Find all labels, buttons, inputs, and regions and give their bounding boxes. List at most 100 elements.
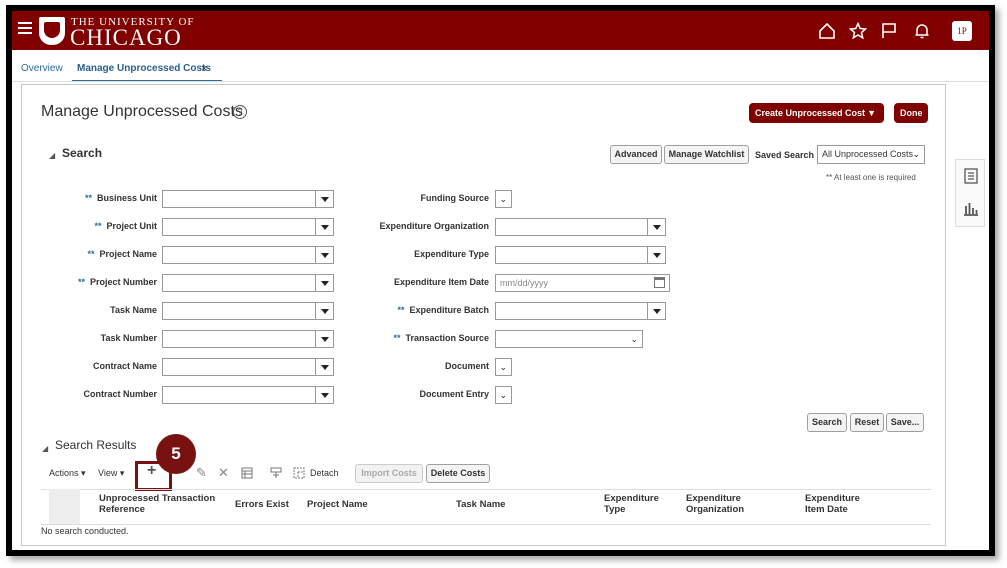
project-number-text: Project Number	[89, 277, 157, 287]
required-mark: **	[397, 305, 405, 315]
favorites-star-icon[interactable]	[849, 22, 867, 40]
dropdown-arrow-icon[interactable]	[315, 275, 333, 291]
detach-icon[interactable]	[293, 467, 305, 479]
notifications-bell-icon[interactable]	[913, 22, 931, 40]
collapse-search-icon[interactable]: ◢	[49, 151, 55, 160]
col-expenditure-organization[interactable]: Expenditure Organization	[686, 493, 766, 515]
col-expenditure-type[interactable]: Expenditure Type	[604, 493, 674, 515]
required-mark: **	[94, 221, 102, 231]
brand-main: CHICAGO	[70, 25, 182, 50]
advanced-button[interactable]: Advanced	[610, 145, 662, 164]
reset-button[interactable]: Reset	[850, 413, 884, 432]
detach-button[interactable]: Detach	[310, 468, 339, 478]
university-crest-icon	[39, 17, 65, 45]
actions-label: Actions	[49, 468, 79, 478]
view-menu[interactable]: View ▾	[98, 468, 124, 479]
required-mark: **	[393, 333, 401, 343]
home-icon[interactable]	[818, 22, 836, 40]
dropdown-arrow-icon[interactable]	[315, 387, 333, 403]
contract-name-label: Contract Name	[92, 361, 157, 371]
analytics-chart-icon[interactable]	[963, 200, 979, 216]
saved-search-select[interactable]: All Unprocessed Costs ⌄	[817, 145, 925, 164]
dropdown-arrow-icon[interactable]	[315, 191, 333, 207]
document-select[interactable]: ⌄	[495, 358, 512, 376]
document-entry-select[interactable]: ⌄	[495, 386, 512, 404]
funding-source-label: Funding Source	[420, 193, 490, 203]
tabs-divider	[12, 81, 989, 82]
table-divider	[41, 524, 931, 525]
dropdown-arrow-icon[interactable]	[647, 303, 665, 319]
expenditure-organization-select[interactable]	[495, 218, 666, 236]
col-unprocessed-transaction-reference[interactable]: Unprocessed Transaction Reference	[99, 493, 229, 515]
contract-name-select[interactable]	[162, 358, 334, 376]
tab-overview[interactable]: Overview	[21, 63, 63, 74]
manage-watchlist-button[interactable]: Manage Watchlist	[664, 145, 749, 164]
transaction-source-text: Transaction Source	[405, 333, 489, 343]
expenditure-batch-select[interactable]	[495, 302, 666, 320]
task-number-select[interactable]	[162, 330, 334, 348]
expenditure-item-date-label: Expenditure Item Date	[393, 277, 489, 287]
saved-search-value: All Unprocessed Costs	[822, 149, 914, 159]
close-tab-icon[interactable]: ×	[201, 63, 207, 75]
col-task-name[interactable]: Task Name	[456, 499, 505, 510]
tab-manage-unprocessed-costs[interactable]: Manage Unprocessed Costs	[77, 63, 211, 74]
dropdown-arrow-icon[interactable]	[647, 219, 665, 235]
edit-pencil-icon[interactable]: ✎	[196, 465, 207, 481]
dropdown-arrow-icon[interactable]	[647, 247, 665, 263]
chevron-down-icon: ▾	[81, 468, 86, 478]
dropdown-arrow-icon[interactable]	[315, 247, 333, 263]
dropdown-arrow-icon[interactable]	[315, 219, 333, 235]
col-errors-exist[interactable]: Errors Exist	[235, 499, 289, 510]
row-selector-column	[49, 489, 80, 524]
search-results-title: Search Results	[55, 438, 137, 452]
chevron-down-icon: ⌄	[630, 334, 638, 344]
expenditure-type-select[interactable]	[495, 246, 666, 264]
main-panel: Manage Unprocessed Costs ? Create Unproc…	[21, 84, 946, 546]
top-bar: THE UNIVERSITY OF CHICAGO 1P	[12, 11, 989, 50]
project-name-select[interactable]	[162, 246, 334, 264]
user-avatar[interactable]: 1P	[952, 21, 972, 41]
step-badge: 5	[156, 434, 196, 474]
freeze-columns-icon[interactable]	[270, 467, 282, 479]
business-unit-select[interactable]	[162, 190, 334, 208]
funding-source-select[interactable]: ⌄	[495, 190, 512, 208]
dropdown-arrow-icon[interactable]	[315, 331, 333, 347]
done-button[interactable]: Done	[894, 103, 928, 123]
expenditure-item-date-input[interactable]: mm/dd/yyyy	[495, 274, 670, 292]
create-unprocessed-cost-button[interactable]: Create Unprocessed Cost ▼	[749, 103, 884, 123]
help-icon[interactable]: ?	[233, 105, 247, 119]
project-number-select[interactable]	[162, 274, 334, 292]
delete-x-icon[interactable]: ✕	[218, 465, 229, 481]
col-project-name[interactable]: Project Name	[307, 499, 368, 510]
menu-icon[interactable]	[18, 22, 32, 36]
chevron-down-icon: ⌄	[499, 194, 507, 204]
transaction-source-select[interactable]: ⌄	[495, 330, 643, 348]
document-icon[interactable]	[964, 168, 978, 184]
contract-number-select[interactable]	[162, 386, 334, 404]
required-mark: **	[87, 249, 95, 259]
page-title: Manage Unprocessed Costs	[41, 103, 243, 120]
create-button-label: Create Unprocessed Cost	[755, 108, 866, 118]
actions-menu[interactable]: Actions ▾	[49, 468, 86, 479]
import-costs-button[interactable]: Import Costs	[355, 464, 423, 483]
project-name-label: ** Project Name	[87, 249, 157, 259]
save-search-button[interactable]: Save...	[886, 413, 924, 432]
col-expenditure-item-date[interactable]: Expenditure Item Date	[805, 493, 875, 515]
business-unit-label: ** Business Unit	[85, 193, 157, 203]
dropdown-arrow-icon[interactable]	[315, 303, 333, 319]
search-section-title: Search	[62, 146, 103, 160]
date-placeholder: mm/dd/yyyy	[500, 278, 549, 288]
flag-icon[interactable]	[880, 22, 898, 40]
calendar-icon[interactable]	[654, 277, 665, 288]
collapse-results-icon[interactable]: ◢	[42, 444, 48, 453]
export-grid-icon[interactable]	[241, 467, 253, 479]
task-name-select[interactable]	[162, 302, 334, 320]
delete-costs-button[interactable]: Delete Costs	[426, 464, 490, 483]
add-icon[interactable]: +	[147, 462, 156, 480]
task-number-label: Task Number	[100, 333, 157, 343]
app-window: THE UNIVERSITY OF CHICAGO 1P Overview Ma…	[6, 5, 995, 556]
project-unit-select[interactable]	[162, 218, 334, 236]
search-button[interactable]: Search	[807, 413, 847, 432]
dropdown-arrow-icon[interactable]	[315, 359, 333, 375]
chevron-down-icon: ⌄	[912, 149, 920, 159]
